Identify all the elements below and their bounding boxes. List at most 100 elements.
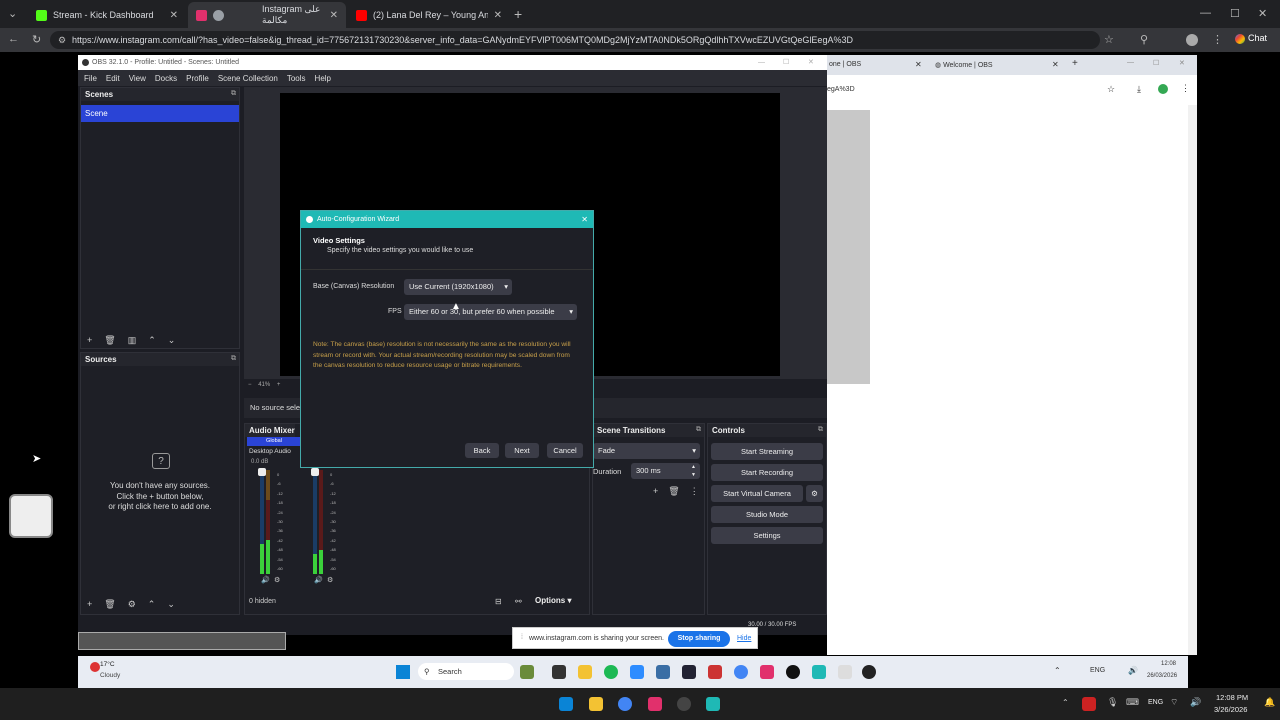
start-recording-button[interactable]: Start Recording xyxy=(711,464,823,481)
settings-button[interactable]: Settings xyxy=(711,527,823,544)
volume-slider-handle[interactable] xyxy=(311,468,319,476)
menu-help[interactable]: Help xyxy=(315,74,331,83)
menu-icon[interactable]: ⋮ xyxy=(1181,83,1190,94)
close-icon[interactable]: ✕ xyxy=(915,60,922,69)
maximize-icon[interactable]: ☐ xyxy=(1230,7,1240,20)
language-indicator[interactable]: ENG xyxy=(1148,699,1163,706)
next-button[interactable]: Next xyxy=(505,443,539,458)
spinner-icon[interactable]: ▲ ▼ xyxy=(691,463,696,479)
menu-edit[interactable]: Edit xyxy=(106,74,120,83)
instagram-icon[interactable] xyxy=(648,697,662,711)
stop-sharing-button[interactable]: Stop sharing xyxy=(668,631,730,647)
scrollbar[interactable] xyxy=(1188,105,1197,655)
chrome-icon[interactable] xyxy=(618,697,632,711)
tab-welcome-obs[interactable]: ◍ Welcome | OBS xyxy=(935,61,993,69)
menu-icon[interactable]: ⋮ xyxy=(1212,33,1223,46)
instagram-icon[interactable] xyxy=(760,665,774,679)
search-box[interactable]: ⚲ Search xyxy=(418,663,514,680)
download-icon[interactable]: ⤓ xyxy=(1137,84,1141,95)
new-tab-icon[interactable]: + xyxy=(514,6,522,22)
dropbox-icon[interactable] xyxy=(630,665,644,679)
app-icon[interactable] xyxy=(812,665,826,679)
close-window-icon[interactable]: ✕ xyxy=(1258,7,1267,20)
options-dropdown[interactable]: Options ▾ xyxy=(535,596,571,605)
gear-icon[interactable]: ⚙ xyxy=(327,576,333,584)
close-icon[interactable]: ✕ xyxy=(581,211,588,228)
bookmark-icon[interactable]: ☆ xyxy=(1107,84,1115,95)
menu-docks[interactable]: Docks xyxy=(155,74,177,83)
volume-icon[interactable]: 🔊 xyxy=(1190,697,1201,708)
menu-tools[interactable]: Tools xyxy=(287,74,306,83)
tab-label[interactable]: one | OBS xyxy=(829,61,861,68)
maximize-icon[interactable]: ☐ xyxy=(783,55,789,70)
app-icon[interactable] xyxy=(708,665,722,679)
tab-kick[interactable]: Stream - Kick Dashboard ✕ xyxy=(28,2,186,28)
app-icon[interactable] xyxy=(682,665,696,679)
close-window-icon[interactable]: ✕ xyxy=(1179,59,1185,67)
gear-icon[interactable]: ⚙ xyxy=(806,485,823,502)
right-address-bar[interactable]: egA%3D ☆ ⤓ ⋮ xyxy=(827,75,1197,105)
profile-avatar[interactable] xyxy=(1186,34,1198,46)
undock-icon[interactable]: ⧉ xyxy=(231,90,236,98)
hide-link[interactable]: Hide xyxy=(737,635,751,642)
extensions-icon[interactable]: ⚲ xyxy=(1140,33,1148,46)
filter-icon[interactable]: ▥ xyxy=(128,335,137,346)
obs-icon[interactable] xyxy=(862,665,876,679)
transition-select[interactable]: Fade ▾ xyxy=(593,443,700,459)
keyboard-icon[interactable]: ⌨ xyxy=(1126,697,1139,708)
task-view-icon[interactable] xyxy=(552,665,566,679)
windows-start-icon[interactable] xyxy=(396,665,410,679)
close-icon[interactable]: ✕ xyxy=(1052,60,1059,69)
add-icon[interactable]: + xyxy=(653,486,658,497)
speaker-icon[interactable]: 🔊 xyxy=(261,576,270,584)
volume-icon[interactable]: 🔊 xyxy=(1128,666,1138,675)
wifi-icon[interactable]: ⌔ xyxy=(1170,697,1178,708)
cancel-button[interactable]: Cancel xyxy=(547,443,583,458)
chat-button[interactable]: Chat xyxy=(1235,33,1267,44)
zoom-in-icon[interactable]: + xyxy=(277,382,281,388)
address-bar[interactable]: ⚙ https://www.instagram.com/call/?has_vi… xyxy=(50,31,1100,49)
studio-mode-button[interactable]: Studio Mode xyxy=(711,506,823,523)
close-icon[interactable]: ✕ xyxy=(808,55,814,70)
tab-search-icon[interactable]: ⌄ xyxy=(8,7,17,20)
close-icon[interactable]: ✕ xyxy=(494,10,502,21)
minimize-icon[interactable]: — xyxy=(758,55,765,70)
speaker-icon[interactable]: 🔊 xyxy=(314,576,323,584)
global-tab[interactable]: Global xyxy=(247,437,301,446)
undock-icon[interactable]: ⧉ xyxy=(231,355,236,363)
link-icon[interactable]: ⚯ xyxy=(515,597,522,606)
menu-profile[interactable]: Profile xyxy=(186,74,209,83)
spotify-icon[interactable] xyxy=(604,665,618,679)
layout-icon[interactable]: ⊟ xyxy=(495,597,502,606)
menu-icon[interactable]: ⋮ xyxy=(690,486,699,497)
gear-icon[interactable]: ⚙ xyxy=(128,599,136,610)
app-icon[interactable] xyxy=(706,697,720,711)
avatar[interactable] xyxy=(9,494,53,538)
app-icon[interactable] xyxy=(838,665,852,679)
chrome-icon[interactable] xyxy=(734,665,748,679)
scene-item[interactable]: Scene xyxy=(81,105,239,122)
add-icon[interactable]: + xyxy=(87,599,92,610)
undock-icon[interactable]: ⧉ xyxy=(818,426,823,434)
menu-scene-collection[interactable]: Scene Collection xyxy=(218,74,278,83)
volume-slider-handle[interactable] xyxy=(258,468,266,476)
fps-select[interactable]: Either 60 or 30, but prefer 60 when poss… xyxy=(404,304,577,320)
tray-app-icon[interactable] xyxy=(1082,697,1096,711)
back-button[interactable]: Back xyxy=(465,443,499,458)
duration-input[interactable]: 300 ms ▲ ▼ xyxy=(631,463,700,479)
bookmark-icon[interactable]: ☆ xyxy=(1104,33,1114,46)
store-icon[interactable] xyxy=(656,665,670,679)
obs-icon[interactable] xyxy=(677,697,691,711)
new-tab-icon[interactable]: + xyxy=(1072,58,1078,69)
menu-file[interactable]: File xyxy=(84,74,97,83)
maximize-icon[interactable]: ☐ xyxy=(1153,59,1159,67)
move-up-icon[interactable]: ⌃ xyxy=(148,599,156,610)
move-down-icon[interactable]: ⌄ xyxy=(167,599,175,610)
chevron-up-icon[interactable]: ⌃ xyxy=(1054,666,1061,675)
back-icon[interactable]: ← xyxy=(8,33,19,45)
close-icon[interactable]: ✕ xyxy=(330,10,338,21)
gear-icon[interactable]: ⚙ xyxy=(274,576,280,584)
close-icon[interactable]: ✕ xyxy=(170,10,178,21)
extension-icon[interactable] xyxy=(1158,84,1168,94)
move-down-icon[interactable]: ⌄ xyxy=(168,335,176,346)
